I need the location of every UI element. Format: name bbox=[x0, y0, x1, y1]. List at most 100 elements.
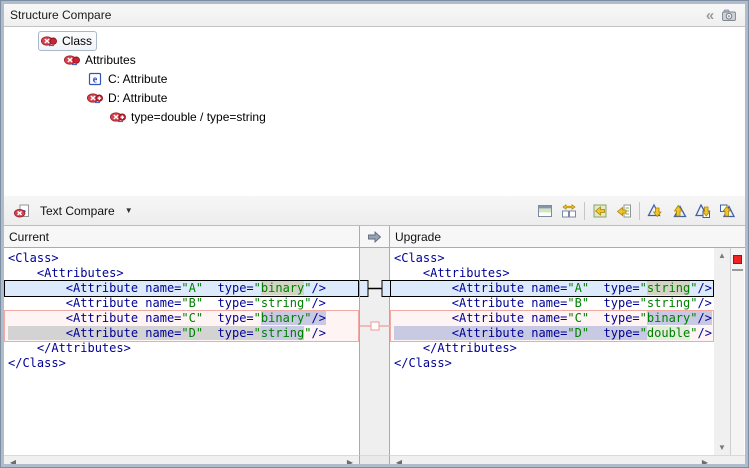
scrollbar-gutter-spacer bbox=[360, 455, 390, 464]
code-segment: "A" bbox=[181, 281, 203, 295]
next-difference-icon[interactable] bbox=[643, 199, 667, 223]
copy-all-right-to-left-icon[interactable] bbox=[588, 199, 612, 223]
toolbar-separator bbox=[639, 202, 640, 220]
code-segment: <Attribute name= bbox=[8, 326, 181, 340]
conflict-addition bbox=[110, 109, 126, 125]
code-segment: "B" bbox=[181, 296, 203, 310]
code-segment: " bbox=[254, 311, 261, 325]
compare-editor-content: Structure Compare « Class AttributeseC: A… bbox=[4, 4, 745, 464]
double-chevron-left-icon[interactable]: « bbox=[699, 6, 719, 24]
code-segment: <Attribute name= bbox=[394, 311, 567, 325]
code-line: <Attribute name="D" type="double"/> bbox=[390, 326, 714, 341]
code-segment: type= bbox=[203, 296, 254, 310]
tree-item-cell[interactable]: D: Attribute bbox=[84, 88, 172, 108]
code-segment: string bbox=[647, 281, 690, 295]
direction-right-arrow-icon bbox=[367, 231, 382, 243]
code-segment: type= bbox=[589, 311, 640, 325]
code-segment: "B" bbox=[567, 296, 589, 310]
left-pane-header: Current bbox=[4, 226, 360, 247]
code-segment: type= bbox=[589, 296, 640, 310]
code-segment: /> bbox=[697, 281, 711, 295]
tree-item-cell[interactable]: Class bbox=[38, 31, 97, 51]
code-segment: <Class> bbox=[394, 251, 445, 265]
camera-icon[interactable] bbox=[719, 6, 739, 24]
conflict-change bbox=[41, 33, 57, 49]
code-line: <Class> bbox=[4, 251, 359, 266]
compare-body: <Class> <Attributes> <Attribute name="A"… bbox=[4, 248, 745, 455]
tree-item-label: D: Attribute bbox=[108, 91, 167, 105]
code-segment: "string" bbox=[254, 296, 312, 310]
tree-item[interactable]: Attributes bbox=[61, 50, 141, 69]
text-compare-toolbar: e Text Compare ▼ bbox=[4, 196, 745, 226]
code-segment: " bbox=[640, 326, 647, 340]
previous-difference-icon[interactable] bbox=[667, 199, 691, 223]
scroll-up-icon[interactable]: ▲ bbox=[714, 248, 730, 263]
tree-item-label: type=double / type=string bbox=[131, 110, 266, 124]
code-segment: "D" bbox=[181, 326, 203, 340]
tree-item[interactable]: Class bbox=[38, 31, 97, 50]
structure-compare-tree[interactable]: Class AttributeseC: Attribute D: Attribute… bbox=[4, 27, 745, 196]
code-segment: " bbox=[640, 281, 647, 295]
right-horizontal-scrollbar[interactable]: ◀ ▶ bbox=[390, 455, 714, 464]
change-marker-underline bbox=[732, 269, 743, 271]
code-segment: binary" bbox=[647, 311, 698, 325]
code-segment: <Class> bbox=[8, 251, 59, 265]
code-line: <Attributes> bbox=[4, 266, 359, 281]
tree-item[interactable]: D: Attribute bbox=[84, 88, 172, 107]
scroll-left-icon[interactable]: ◀ bbox=[6, 456, 20, 464]
change-marker[interactable] bbox=[733, 255, 742, 264]
code-segment: double bbox=[647, 326, 690, 340]
compare-editor-window: Structure Compare « Class AttributeseC: A… bbox=[0, 0, 749, 468]
code-segment: <Attribute name= bbox=[8, 296, 181, 310]
tree-item-cell[interactable]: Attributes bbox=[61, 50, 141, 70]
tree-item[interactable]: eC: Attribute bbox=[84, 69, 172, 88]
compare-headers: Current Upgrade bbox=[4, 226, 745, 248]
code-line: </Class> bbox=[4, 356, 359, 371]
code-segment: <Attribute name= bbox=[394, 281, 567, 295]
code-line: </Class> bbox=[390, 356, 714, 371]
code-segment: "string" bbox=[640, 296, 698, 310]
code-segment: /> bbox=[697, 311, 711, 325]
previous-change-icon[interactable] bbox=[715, 199, 739, 223]
scroll-right-icon[interactable]: ▶ bbox=[343, 456, 357, 464]
code-segment: <Attributes> bbox=[394, 266, 510, 280]
code-segment: </Class> bbox=[8, 356, 66, 370]
code-segment: binary" bbox=[261, 311, 312, 325]
overview-ruler[interactable] bbox=[731, 248, 744, 455]
code-segment: /> bbox=[311, 281, 325, 295]
scroll-left-icon[interactable]: ◀ bbox=[392, 456, 406, 464]
code-segment: " bbox=[640, 311, 647, 325]
copy-current-right-to-left-icon[interactable] bbox=[612, 199, 636, 223]
scroll-down-icon[interactable]: ▼ bbox=[714, 440, 730, 455]
horizontal-view-icon[interactable] bbox=[533, 199, 557, 223]
tree-item[interactable]: type=double / type=string bbox=[107, 107, 271, 126]
code-segment: "C" bbox=[181, 311, 203, 325]
vertical-scrollbar[interactable]: ▲ ▼ bbox=[714, 248, 731, 455]
dropdown-caret-icon[interactable]: ▼ bbox=[125, 206, 133, 215]
code-segment: <Attribute name= bbox=[8, 281, 181, 295]
next-change-icon[interactable] bbox=[691, 199, 715, 223]
code-line: <Attribute name="A" type="string"/> bbox=[390, 281, 714, 296]
left-code-pane[interactable]: <Class> <Attributes> <Attribute name="A"… bbox=[4, 248, 360, 455]
structure-compare-header: Structure Compare « bbox=[4, 4, 745, 27]
code-segment: type= bbox=[589, 281, 640, 295]
code-line: <Attributes> bbox=[390, 266, 714, 281]
conflict-change bbox=[64, 52, 80, 68]
tree-item-cell[interactable]: type=double / type=string bbox=[107, 107, 271, 127]
side-by-side-view-icon[interactable] bbox=[557, 199, 581, 223]
code-segment: /> bbox=[311, 311, 325, 325]
right-code-pane[interactable]: <Class> <Attributes> <Attribute name="A"… bbox=[390, 248, 714, 455]
tree-item-label: Class bbox=[62, 34, 92, 48]
code-segment: "A" bbox=[567, 281, 589, 295]
left-horizontal-scrollbar[interactable]: ◀ ▶ bbox=[4, 455, 360, 464]
code-segment: binary bbox=[261, 281, 304, 295]
right-pane-title: Upgrade bbox=[395, 230, 441, 244]
code-segment: "C" bbox=[567, 311, 589, 325]
diff-gutter bbox=[360, 248, 390, 455]
code-segment: </Class> bbox=[394, 356, 452, 370]
code-segment: "D" bbox=[567, 326, 589, 340]
tree-item-cell[interactable]: eC: Attribute bbox=[84, 69, 172, 89]
scroll-right-icon[interactable]: ▶ bbox=[698, 456, 712, 464]
element-e: e bbox=[87, 71, 103, 87]
code-segment: /> bbox=[697, 326, 711, 340]
